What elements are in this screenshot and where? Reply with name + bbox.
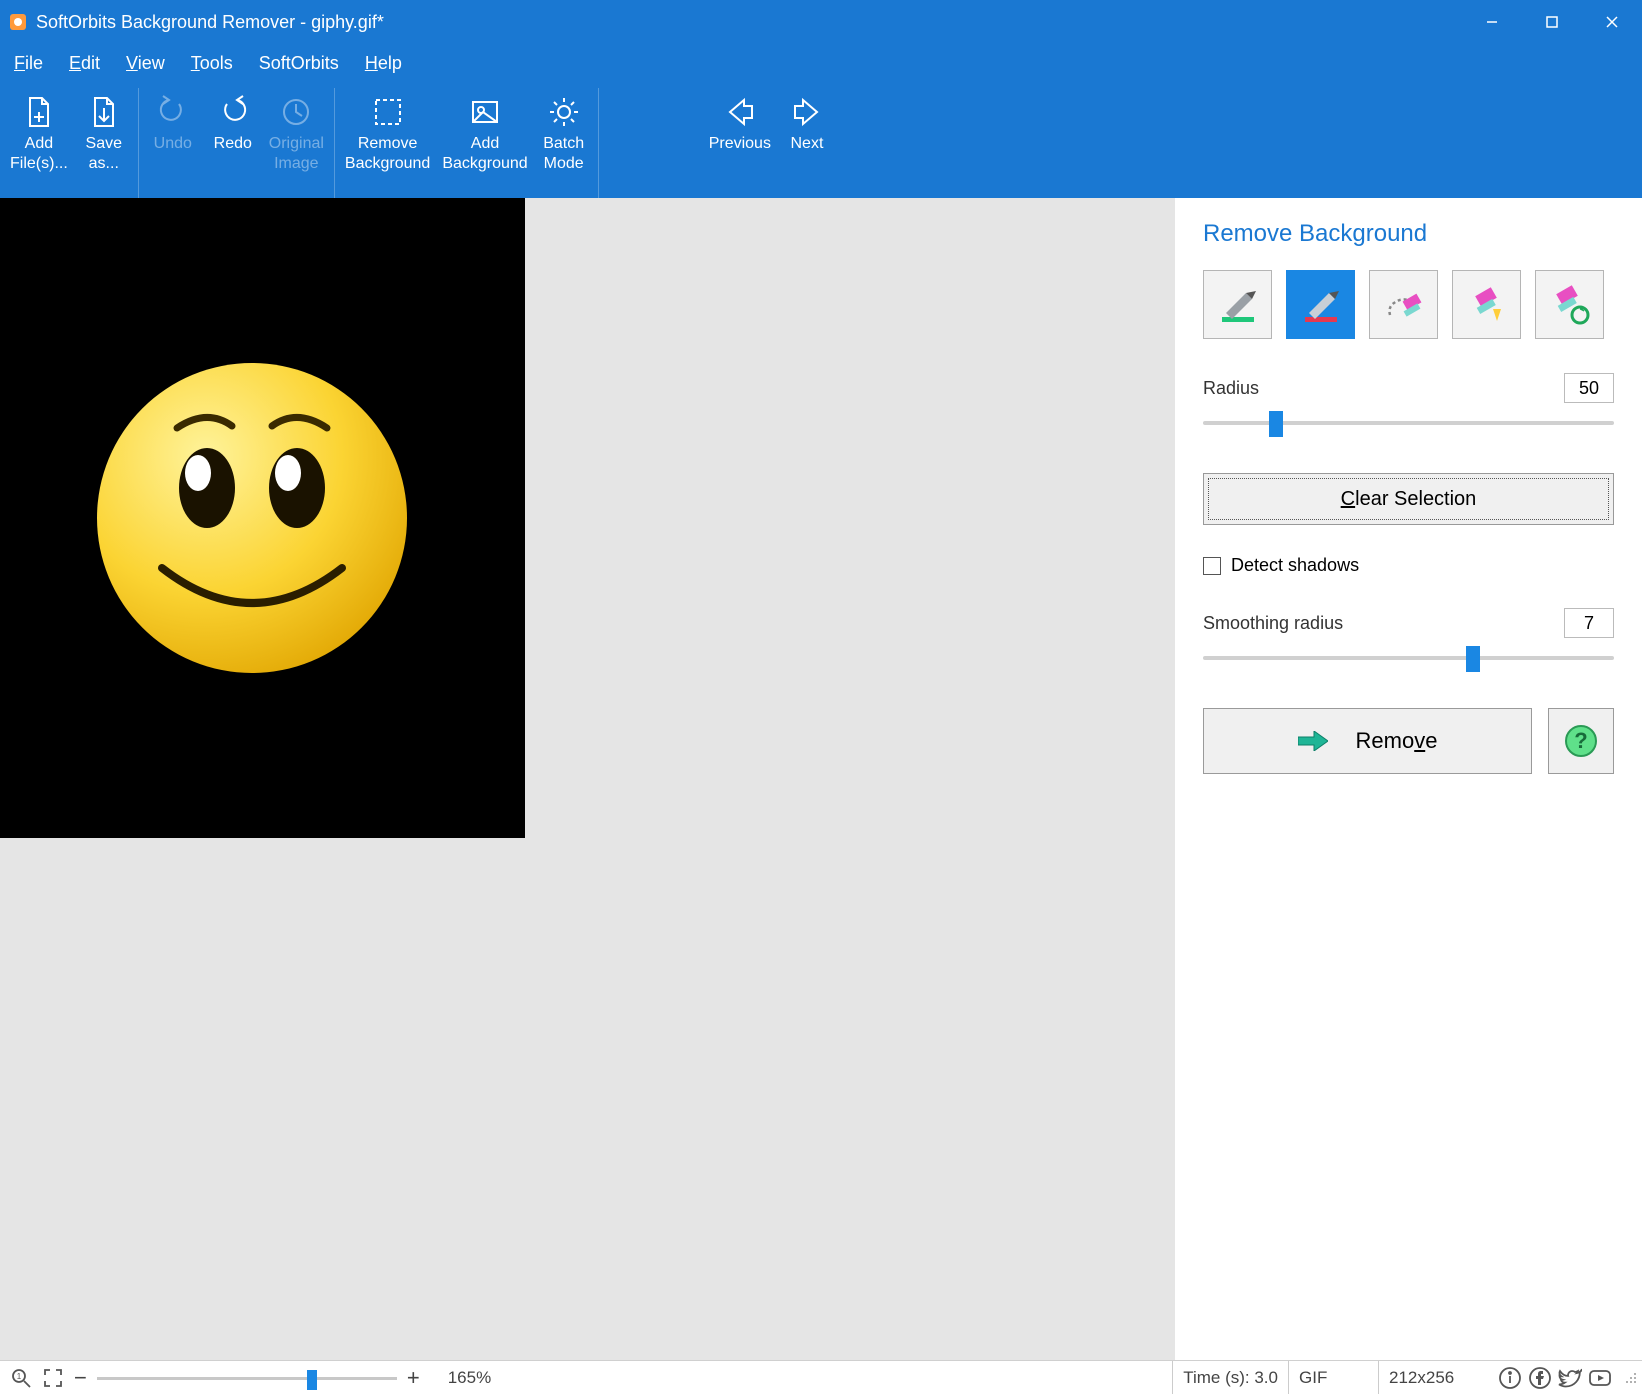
main-area: Remove Background Radius Cle bbox=[0, 198, 1642, 1360]
foreground-marker-tool[interactable] bbox=[1203, 270, 1272, 339]
undo-icon bbox=[155, 90, 191, 134]
add-files-button[interactable]: Add File(s)... bbox=[4, 88, 74, 198]
resize-grip[interactable] bbox=[1624, 1371, 1638, 1385]
original-image-button[interactable]: Original Image bbox=[263, 88, 330, 198]
radius-slider[interactable] bbox=[1203, 411, 1614, 435]
zoom-percent: 165% bbox=[448, 1368, 491, 1388]
window-title: SoftOrbits Background Remover - giphy.gi… bbox=[36, 12, 384, 33]
radius-input[interactable] bbox=[1564, 373, 1614, 403]
detect-shadows-checkbox[interactable] bbox=[1203, 557, 1221, 575]
marker-tool-row bbox=[1203, 270, 1614, 339]
maximize-button[interactable] bbox=[1522, 0, 1582, 44]
twitter-icon[interactable] bbox=[1558, 1366, 1582, 1390]
smiley-image bbox=[92, 358, 412, 678]
menubar: File Edit View Tools SoftOrbits Help bbox=[0, 44, 1642, 82]
panel-title: Remove Background bbox=[1203, 220, 1614, 248]
status-time: Time (s): 3.0 bbox=[1172, 1361, 1288, 1394]
save-as-button[interactable]: Save as... bbox=[74, 88, 134, 198]
file-save-icon bbox=[86, 90, 122, 134]
statusbar: 1 − + 165% Time (s): 3.0 GIF 212x256 bbox=[0, 1360, 1642, 1394]
menu-file[interactable]: File bbox=[14, 53, 43, 74]
detect-shadows-label: Detect shadows bbox=[1231, 555, 1359, 576]
add-bg-icon bbox=[467, 90, 503, 134]
status-format: GIF bbox=[1288, 1361, 1378, 1394]
canvas-area[interactable] bbox=[0, 198, 1175, 1360]
remove-button[interactable]: Remove bbox=[1203, 708, 1532, 774]
refresh-eraser-tool[interactable] bbox=[1535, 270, 1604, 339]
zoom-out-button[interactable]: − bbox=[74, 1365, 87, 1391]
arrow-right-icon bbox=[1298, 731, 1328, 751]
toolbar: Add File(s)... Save as... Undo Redo Orig… bbox=[0, 82, 1642, 198]
remove-bg-icon bbox=[370, 90, 406, 134]
lasso-eraser-tool[interactable] bbox=[1369, 270, 1438, 339]
svg-text:?: ? bbox=[1574, 728, 1587, 753]
info-icon[interactable] bbox=[1498, 1366, 1522, 1390]
menu-edit[interactable]: Edit bbox=[69, 53, 100, 74]
image-preview[interactable] bbox=[0, 198, 525, 838]
gear-icon bbox=[546, 90, 582, 134]
quick-eraser-tool[interactable] bbox=[1452, 270, 1521, 339]
menu-help[interactable]: Help bbox=[365, 53, 402, 74]
radius-label: Radius bbox=[1203, 378, 1259, 399]
history-icon bbox=[278, 90, 314, 134]
arrow-right-icon bbox=[789, 90, 825, 134]
redo-button[interactable]: Redo bbox=[203, 88, 263, 198]
minimize-button[interactable] bbox=[1462, 0, 1522, 44]
app-icon bbox=[8, 12, 28, 32]
help-icon: ? bbox=[1564, 724, 1598, 758]
zoom-fit-icon[interactable] bbox=[42, 1367, 64, 1389]
zoom-slider[interactable] bbox=[97, 1368, 397, 1388]
background-marker-tool[interactable] bbox=[1286, 270, 1355, 339]
undo-button[interactable]: Undo bbox=[143, 88, 203, 198]
smoothing-slider[interactable] bbox=[1203, 646, 1614, 670]
menu-tools[interactable]: Tools bbox=[191, 53, 233, 74]
youtube-icon[interactable] bbox=[1588, 1366, 1612, 1390]
zoom-in-button[interactable]: + bbox=[407, 1365, 420, 1391]
clear-selection-button[interactable]: Clear Selection bbox=[1203, 473, 1614, 525]
smoothing-input[interactable] bbox=[1564, 608, 1614, 638]
side-panel: Remove Background Radius Cle bbox=[1175, 198, 1642, 1360]
zoom-actual-icon[interactable]: 1 bbox=[10, 1367, 32, 1389]
add-background-button[interactable]: Add Background bbox=[436, 88, 533, 198]
titlebar: SoftOrbits Background Remover - giphy.gi… bbox=[0, 0, 1642, 44]
file-add-icon bbox=[21, 90, 57, 134]
close-button[interactable] bbox=[1582, 0, 1642, 44]
batch-mode-button[interactable]: Batch Mode bbox=[534, 88, 594, 198]
arrow-left-icon bbox=[722, 90, 758, 134]
facebook-icon[interactable] bbox=[1528, 1366, 1552, 1390]
help-button[interactable]: ? bbox=[1548, 708, 1614, 774]
menu-view[interactable]: View bbox=[126, 53, 165, 74]
previous-button[interactable]: Previous bbox=[703, 88, 777, 198]
next-button[interactable]: Next bbox=[777, 88, 837, 198]
smoothing-label: Smoothing radius bbox=[1203, 613, 1343, 634]
remove-background-button[interactable]: Remove Background bbox=[339, 88, 436, 198]
status-dimensions: 212x256 bbox=[1378, 1361, 1498, 1394]
menu-softorbits[interactable]: SoftOrbits bbox=[259, 53, 339, 74]
redo-icon bbox=[215, 90, 251, 134]
svg-text:1: 1 bbox=[17, 1372, 22, 1381]
